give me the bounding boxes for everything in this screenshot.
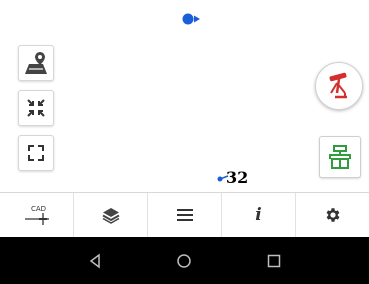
layers-map-button[interactable]: [18, 45, 54, 81]
recents-button[interactable]: [262, 249, 286, 273]
menu-button[interactable]: [148, 193, 222, 237]
home-circle-icon: [177, 253, 192, 268]
point-number-label: 32: [226, 168, 249, 187]
bottom-toolbar: CAD i: [0, 192, 369, 237]
stakeout-button[interactable]: [315, 62, 363, 110]
back-button[interactable]: [83, 249, 107, 273]
cad-label: CAD: [31, 205, 47, 213]
home-button[interactable]: [172, 249, 196, 273]
fullscreen-icon: [28, 145, 44, 161]
map-cursor: 32: [216, 168, 249, 188]
gps-location-icon: [182, 13, 200, 25]
layers-button[interactable]: [74, 193, 148, 237]
map-marker-icon: [25, 52, 47, 74]
survey-stake-icon: [329, 72, 347, 99]
back-triangle-icon: [89, 253, 100, 268]
gear-icon: [326, 208, 339, 222]
info-icon: i: [255, 205, 262, 225]
record-point-button[interactable]: [319, 136, 361, 178]
settings-button[interactable]: [296, 193, 369, 237]
cad-tool-button[interactable]: CAD: [0, 193, 74, 237]
collapse-arrows-icon: [27, 99, 45, 117]
layers-icon: [102, 208, 119, 224]
survey-instrument-icon: [329, 145, 351, 169]
info-button[interactable]: i: [222, 193, 296, 237]
fullscreen-button[interactable]: [18, 135, 54, 171]
hamburger-menu-icon: [176, 209, 193, 221]
recents-square-icon: [267, 254, 281, 267]
collapse-button[interactable]: [18, 90, 54, 126]
map-canvas[interactable]: 32: [0, 0, 369, 192]
android-nav-bar: [0, 237, 369, 284]
